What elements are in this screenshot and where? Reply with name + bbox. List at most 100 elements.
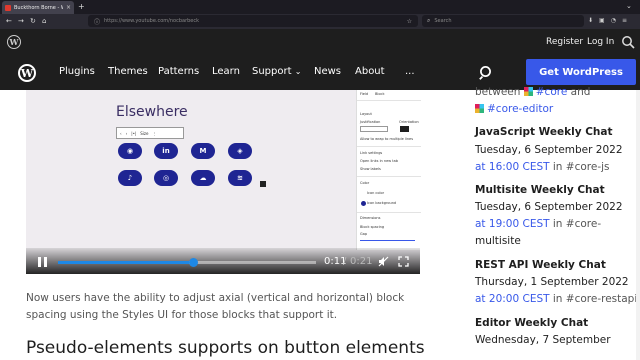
slack-icon — [475, 104, 484, 113]
muted-speaker-icon[interactable] — [378, 256, 389, 267]
meeting-date-link[interactable]: Tuesday, 6 September 2022 — [475, 144, 623, 156]
gap-slider — [360, 240, 415, 241]
search-engine-icon: ⌕ — [427, 17, 431, 24]
panel-wrap: Allow to wrap to multiple lines — [360, 137, 414, 141]
meeting-date-link[interactable]: Thursday, 1 September 2022 — [475, 276, 629, 288]
library-icon[interactable]: ▣ — [599, 15, 605, 27]
mastodon-icon: M — [191, 143, 215, 159]
fullscreen-icon[interactable] — [398, 256, 409, 267]
search-icon[interactable] — [621, 35, 635, 49]
meeting-channel: in #core-restapi — [549, 293, 638, 305]
total-time: 0:21 — [350, 256, 373, 267]
menu-icon[interactable]: ≡ — [622, 15, 627, 27]
color-swatch-icon — [361, 201, 366, 206]
new-tab-icon[interactable]: + — [78, 2, 85, 12]
login-link[interactable]: Log In — [587, 37, 614, 47]
nav-patterns[interactable]: Patterns — [158, 66, 199, 77]
sidebar-editor-line: #core-editor — [475, 103, 553, 115]
chevron-down-icon: ⌄ — [294, 67, 302, 76]
page-scrollbar[interactable] — [636, 90, 640, 360]
panel-link-settings: Link settings — [360, 151, 383, 155]
bandcamp-icon: ♪ — [118, 170, 142, 186]
panel-gap: Gap — [360, 232, 368, 236]
wp-top-bar — [0, 29, 640, 55]
panel-orientation: Orientation — [399, 120, 419, 124]
register-link[interactable]: Register — [546, 37, 583, 47]
tab-close-icon[interactable]: × — [66, 4, 71, 11]
nav-themes[interactable]: Themes — [108, 66, 148, 77]
justify-buttons — [360, 126, 388, 132]
account-icon[interactable]: ◔ — [611, 15, 616, 27]
nav-more[interactable]: ... — [405, 66, 415, 77]
site-info-icon[interactable]: ⓘ — [94, 17, 100, 26]
pause-button[interactable] — [38, 257, 47, 267]
panel-block-spacing: Block spacing — [360, 225, 385, 229]
spotify-icon: ≋ — [228, 170, 252, 186]
forward-icon[interactable]: → — [18, 17, 24, 26]
meeting-when: at 16:00 CEST in #core-js — [475, 161, 610, 173]
time-separator: / — [343, 256, 347, 267]
meeting-title: Multisite Weekly Chat — [475, 184, 605, 196]
panel-layout: Layout — [360, 112, 372, 116]
video-progress-handle[interactable] — [189, 258, 198, 267]
meeting-title: Editor Weekly Chat — [475, 317, 589, 329]
wordpress-logo-icon[interactable]: W — [18, 64, 36, 82]
nav-about[interactable]: About — [355, 66, 385, 77]
browser-toolbar-icons: ⬇ ▣ ◔ ≡ — [588, 15, 627, 27]
search-icon[interactable] — [479, 65, 494, 80]
meeting-title: REST API Weekly Chat — [475, 259, 606, 271]
divider — [357, 146, 421, 147]
meeting-date-link[interactable]: Tuesday, 6 September 2022 — [475, 201, 623, 213]
meeting-channel-cont: multisite — [475, 235, 521, 247]
meeting-channel: in #core- — [549, 218, 602, 230]
reload-icon[interactable]: ↻ — [30, 17, 36, 26]
codepen-icon: ◈ — [228, 143, 252, 159]
toolbar-size: Size — [140, 130, 149, 136]
search-placeholder: Search — [434, 18, 452, 24]
article-heading: Pseudo-elements supports on button eleme… — [26, 338, 425, 358]
github-icon: ◉ — [118, 143, 142, 159]
get-wordpress-button[interactable]: Get WordPress — [526, 59, 636, 85]
meeting-title: JavaScript Weekly Chat — [475, 126, 613, 138]
toolbar-more-icon: ⋮ — [152, 130, 157, 136]
sidebar-intro-line: between #core and — [475, 86, 590, 98]
meeting-time-link[interactable]: at 20:00 CEST — [475, 293, 550, 305]
meeting-when: at 19:00 CEST in #core- — [475, 218, 601, 230]
panel-new-tab: Open links in new tab — [360, 159, 398, 163]
meeting-time-link[interactable]: at 19:00 CEST — [475, 218, 550, 230]
panel-tab-block: Block — [375, 92, 385, 96]
browser-tab-bar: Buckthorn Borne - WordPress × + ⌄ — [0, 0, 640, 14]
url-text[interactable]: https://www.youtube.com/nocbarbeck — [104, 18, 403, 24]
panel-show-labels: Show labels — [360, 167, 381, 171]
meeting-channel: in #core-js — [549, 161, 610, 173]
bookmark-star-icon[interactable]: ☆ — [407, 18, 412, 25]
nav-support[interactable]: Support ⌄ — [252, 66, 301, 77]
back-icon[interactable]: ← — [6, 17, 12, 26]
home-icon[interactable]: ⌂ — [42, 17, 46, 26]
video-heading: Elsewhere — [116, 104, 188, 120]
toolbar-justify-icon: |•| — [131, 130, 137, 136]
browser-search-box[interactable]: ⌕ Search — [422, 15, 584, 27]
browser-tab[interactable]: Buckthorn Borne - WordPress × — [2, 1, 74, 14]
article-paragraph: Now users have the ability to adjust axi… — [26, 292, 405, 321]
nav-support-label: Support — [252, 66, 292, 77]
downloads-icon[interactable]: ⬇ — [588, 15, 593, 27]
nav-news[interactable]: News — [314, 66, 341, 77]
block-toolbar: ‹ › |•| Size ⋮ — [116, 127, 184, 139]
pause-icon — [44, 257, 47, 267]
wordpress-logo-icon[interactable]: W — [7, 35, 21, 49]
meeting-time-link[interactable]: at 16:00 CEST — [475, 161, 550, 173]
panel-icon-color: Icon color — [367, 191, 385, 195]
nav-learn[interactable]: Learn — [212, 66, 240, 77]
channel-link-core-editor[interactable]: #core-editor — [487, 103, 553, 115]
meeting-date-link[interactable]: Wednesday, 7 September — [475, 334, 611, 346]
channel-link-core[interactable]: #core — [536, 86, 568, 98]
tab-favicon-icon — [5, 4, 11, 11]
panel-dimensions: Dimensions — [360, 216, 381, 220]
panel-icon-background: Icon background — [367, 201, 397, 205]
tab-list-icon[interactable]: ⌄ — [626, 2, 632, 10]
nav-plugins[interactable]: Plugins — [59, 66, 95, 77]
tab-title: Buckthorn Borne - WordPress — [14, 4, 63, 11]
address-bar[interactable]: ⓘ https://www.youtube.com/nocbarbeck ☆ — [88, 15, 418, 27]
orientation-button — [400, 126, 409, 132]
